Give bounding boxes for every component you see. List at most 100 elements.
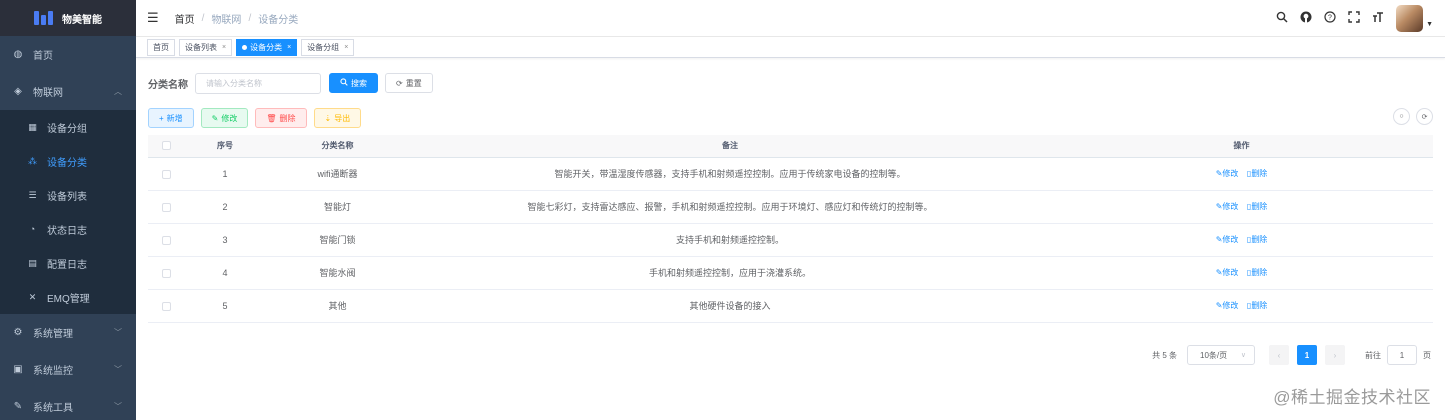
page-size-value: 10条/页 <box>1200 350 1228 360</box>
row-delete-link[interactable]: ▯删除 <box>1247 202 1267 211</box>
tag-label: 设备分组 <box>307 42 340 52</box>
row-edit-link[interactable]: ✎修改 <box>1216 202 1239 211</box>
search-label: 分类名称 <box>148 79 188 91</box>
breadcrumb-iot[interactable]: 物联网 <box>211 11 241 26</box>
sidebar-item-iot[interactable]: ◈ 物联网 ︿ <box>0 73 136 110</box>
help-icon[interactable]: ? <box>1323 11 1336 26</box>
edit-button[interactable]: ✎ 修改 <box>200 108 249 128</box>
avatar[interactable] <box>1396 5 1424 32</box>
row-edit-label: 修改 <box>1222 268 1239 277</box>
sidebar-item-device-list[interactable]: ☰ 设备列表 <box>0 178 136 212</box>
sidebar-item-config-log[interactable]: ▤ 配置日志 <box>0 246 136 280</box>
chevron-up-icon: ︿ <box>114 87 122 96</box>
table-row: 3 智能门锁 支持手机和射频遥控控制。 ✎修改 ▯删除 <box>148 223 1433 257</box>
sidebar-item-monitor[interactable]: ▣ 系统监控 ﹀ <box>0 351 136 388</box>
header-actions: 操作 <box>1050 135 1433 158</box>
edit-button-label: 修改 <box>221 113 238 123</box>
fullscreen-icon[interactable] <box>1347 11 1360 26</box>
row-checkbox[interactable] <box>162 301 171 311</box>
select-all-cell <box>148 135 185 158</box>
close-icon[interactable]: × <box>344 44 348 51</box>
page-size-select[interactable]: 10条/页 ∨ <box>1187 345 1255 365</box>
download-icon: ⇣ <box>324 113 332 123</box>
row-checkbox[interactable] <box>162 169 171 179</box>
tag-device-category[interactable]: 设备分类 × <box>236 38 298 56</box>
refresh-button[interactable]: ⟳ <box>1416 108 1433 125</box>
prev-page-button[interactable]: ‹ <box>1269 345 1289 365</box>
close-icon[interactable]: × <box>287 44 291 51</box>
row-delete-link[interactable]: ▯删除 <box>1247 268 1267 277</box>
sidebar-item-system[interactable]: ⚙ 系统管理 ﹀ <box>0 314 136 351</box>
watermark: @稀土掘金技术社区 <box>1273 388 1431 407</box>
cell-remark: 智能七彩灯，支持雷达感应、报警，手机和射频遥控控制。应用于环境灯、感应灯和传统灯… <box>410 190 1050 224</box>
table-row: 5 其他 其他硬件设备的接入 ✎修改 ▯删除 <box>148 289 1433 323</box>
sidebar-item-device-group[interactable]: ▦ 设备分组 <box>0 110 136 144</box>
row-edit-link[interactable]: ✎修改 <box>1216 169 1239 178</box>
breadcrumb-home[interactable]: 首页 <box>175 11 195 26</box>
sidebar-item-home[interactable]: ◍ 首页 <box>0 36 136 73</box>
row-checkbox[interactable] <box>162 202 171 212</box>
row-edit-link[interactable]: ✎修改 <box>1216 268 1239 277</box>
row-checkbox[interactable] <box>162 235 171 245</box>
reset-button-label: 重置 <box>405 78 422 88</box>
select-all-checkbox[interactable] <box>162 141 171 151</box>
row-delete-link[interactable]: ▯删除 <box>1247 235 1267 244</box>
search-button[interactable]: 搜索 <box>329 73 378 93</box>
sidebar-item-label: 设备分组 <box>47 123 87 135</box>
monitor-icon: ▣ <box>13 364 23 375</box>
sidebar-item-tools[interactable]: ✎ 系统工具 ﹀ <box>0 388 136 420</box>
row-select-cell <box>148 289 185 323</box>
cell-actions: ✎修改 ▯删除 <box>1050 223 1433 257</box>
tag-label: 首页 <box>153 42 169 52</box>
toggle-search-button[interactable]: ○ <box>1393 108 1410 125</box>
sidebar-item-status-log[interactable]: ◔ 状态日志 <box>0 212 136 246</box>
reset-button[interactable]: ⟳ 重置 <box>385 73 433 93</box>
row-edit-link[interactable]: ✎修改 <box>1216 235 1239 244</box>
row-checkbox[interactable] <box>162 268 171 278</box>
table-header-row: 序号 分类名称 备注 操作 <box>148 135 1433 158</box>
search-form: 分类名称 搜索 ⟳ 重置 <box>148 72 1433 94</box>
github-icon[interactable] <box>1299 11 1312 26</box>
cell-remark: 手机和射频遥控控制，应用于浇灌系统。 <box>410 256 1050 290</box>
toolbar: + 新增 ✎ 修改 🗑 删除 ⇣ 导出 ○ ⟳ <box>148 108 1433 128</box>
row-select-cell <box>148 256 185 290</box>
tag-device-list[interactable]: 设备列表 × <box>179 38 233 56</box>
sidebar-item-label: 设备列表 <box>47 191 87 203</box>
close-icon[interactable]: × <box>222 44 226 51</box>
cell-actions: ✎修改 ▯删除 <box>1050 157 1433 191</box>
sidebar-item-emq[interactable]: ✕ EMQ管理 <box>0 280 136 314</box>
sidebar-item-label: EMQ管理 <box>47 293 90 305</box>
tag-home[interactable]: 首页 <box>147 38 175 56</box>
cell-no: 1 <box>185 157 265 191</box>
hamburger-icon[interactable]: ☰ <box>147 10 159 26</box>
page-number-button[interactable]: 1 <box>1297 345 1317 365</box>
cell-actions: ✎修改 ▯删除 <box>1050 190 1433 224</box>
cell-no: 5 <box>185 289 265 323</box>
row-edit-link[interactable]: ✎修改 <box>1216 301 1239 310</box>
tag-device-group[interactable]: 设备分组 × <box>301 38 355 56</box>
gear-icon: ⚙ <box>13 327 23 338</box>
sidebar-item-device-category[interactable]: ⁂ 设备分类 <box>0 144 136 178</box>
logo[interactable]: 物美智能 <box>0 0 136 36</box>
row-delete-link[interactable]: ▯删除 <box>1247 169 1267 178</box>
caret-down-icon[interactable]: ▼ <box>1426 21 1433 28</box>
cell-actions: ✎修改 ▯删除 <box>1050 289 1433 323</box>
config-icon: ▤ <box>28 257 37 268</box>
row-delete-label: 删除 <box>1251 169 1268 178</box>
search-icon[interactable] <box>1275 11 1288 26</box>
add-button[interactable]: + 新增 <box>148 108 194 128</box>
chevron-left-icon: ‹ <box>1277 350 1281 360</box>
main-area: ☰ 首页 / 物联网 / 设备分类 ? ▼ 首页 设备列表 × 设备分类 × 设… <box>136 0 1445 420</box>
export-button[interactable]: ⇣ 导出 <box>313 108 362 128</box>
goto-page-input[interactable]: 1 <box>1387 345 1417 365</box>
font-size-icon[interactable] <box>1371 11 1384 26</box>
cell-remark: 其他硬件设备的接入 <box>410 289 1050 323</box>
cell-name: 智能水阀 <box>265 256 410 290</box>
category-name-input[interactable] <box>195 72 321 94</box>
delete-button[interactable]: 🗑 删除 <box>255 108 307 128</box>
active-dot-icon <box>242 44 248 50</box>
row-delete-link[interactable]: ▯删除 <box>1247 301 1267 310</box>
table-row: 2 智能灯 智能七彩灯，支持雷达感应、报警，手机和射频遥控控制。应用于环境灯、感… <box>148 190 1433 224</box>
tool-icon: ✎ <box>13 401 23 412</box>
next-page-button[interactable]: › <box>1325 345 1345 365</box>
